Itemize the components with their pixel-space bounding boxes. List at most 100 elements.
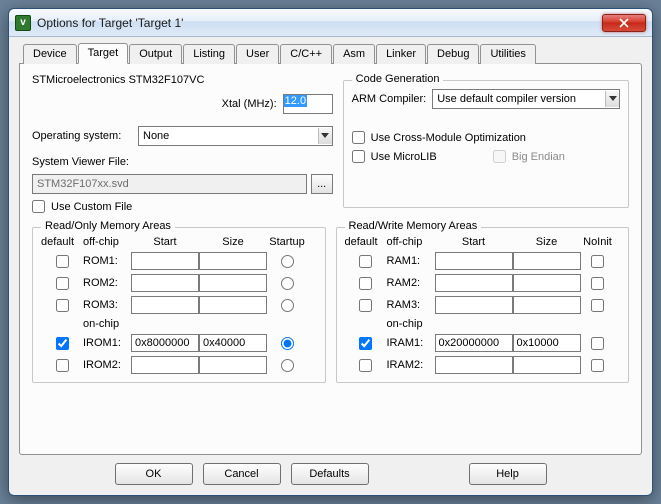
cross-opt-label: Use Cross-Module Optimization bbox=[371, 132, 526, 144]
ro-hdr-size: Size bbox=[199, 236, 267, 248]
rw-hdr-default: default bbox=[345, 236, 387, 248]
iram2-default-checkbox[interactable] bbox=[359, 359, 372, 372]
rom3-start-input[interactable] bbox=[131, 296, 199, 314]
ram2-start-input[interactable] bbox=[435, 274, 513, 292]
rw-table: default off-chip Start Size NoInit RAM1:… bbox=[345, 236, 621, 374]
custom-file-checkbox[interactable] bbox=[32, 200, 45, 213]
codegen-group-title: Code Generation bbox=[352, 73, 444, 85]
iram1-label: IRAM1: bbox=[387, 337, 435, 349]
button-bar: OK Cancel Defaults Help bbox=[19, 455, 642, 487]
app-icon: v bbox=[15, 15, 31, 31]
ram3-start-input[interactable] bbox=[435, 296, 513, 314]
iram1-default-checkbox[interactable] bbox=[359, 337, 372, 350]
tab-device[interactable]: Device bbox=[23, 44, 77, 64]
ram3-label: RAM3: bbox=[387, 299, 435, 311]
ro-hdr-onchip: on-chip bbox=[83, 318, 131, 330]
rom1-startup-radio[interactable] bbox=[281, 255, 294, 268]
tab-target[interactable]: Target bbox=[78, 43, 129, 64]
tab-utilities[interactable]: Utilities bbox=[480, 44, 535, 64]
window-title: Options for Target 'Target 1' bbox=[37, 16, 602, 30]
svf-input[interactable] bbox=[32, 174, 307, 194]
irom2-size-input[interactable] bbox=[199, 356, 267, 374]
rom3-label: ROM3: bbox=[83, 299, 131, 311]
client-area: Device Target Output Listing User C/C++ … bbox=[9, 37, 652, 495]
xtal-input[interactable]: 12.0 bbox=[283, 94, 333, 114]
rom3-size-input[interactable] bbox=[199, 296, 267, 314]
irom1-default-checkbox[interactable] bbox=[56, 337, 69, 350]
microlib-row[interactable]: Use MicroLIB bbox=[352, 150, 437, 163]
os-combo[interactable]: None bbox=[138, 126, 333, 146]
rw-hdr-offchip: off-chip bbox=[387, 236, 435, 248]
microlib-checkbox[interactable] bbox=[352, 150, 365, 163]
cross-opt-row[interactable]: Use Cross-Module Optimization bbox=[352, 131, 620, 144]
ro-hdr-startup: Startup bbox=[267, 236, 307, 248]
ram1-default-checkbox[interactable] bbox=[359, 255, 372, 268]
irom2-startup-radio[interactable] bbox=[281, 359, 294, 372]
close-button[interactable] bbox=[602, 14, 646, 32]
tab-user[interactable]: User bbox=[236, 44, 279, 64]
cross-opt-checkbox[interactable] bbox=[352, 131, 365, 144]
ro-group-title: Read/Only Memory Areas bbox=[41, 220, 175, 232]
bigendian-row: Big Endian bbox=[493, 150, 565, 163]
ram1-start-input[interactable] bbox=[435, 252, 513, 270]
bigendian-checkbox bbox=[493, 150, 506, 163]
iram1-start-input[interactable] bbox=[435, 334, 513, 352]
help-button[interactable]: Help bbox=[469, 463, 547, 485]
rw-hdr-start: Start bbox=[435, 236, 513, 248]
irom1-startup-radio[interactable] bbox=[281, 337, 294, 350]
custom-file-label: Use Custom File bbox=[51, 201, 132, 213]
svf-label: System Viewer File: bbox=[32, 156, 333, 168]
rom2-size-input[interactable] bbox=[199, 274, 267, 292]
irom2-start-input[interactable] bbox=[131, 356, 199, 374]
ram2-size-input[interactable] bbox=[513, 274, 581, 292]
cancel-button[interactable]: Cancel bbox=[203, 463, 281, 485]
compiler-label: ARM Compiler: bbox=[352, 93, 427, 105]
microlib-label: Use MicroLIB bbox=[371, 151, 437, 163]
defaults-button[interactable]: Defaults bbox=[291, 463, 369, 485]
ok-button[interactable]: OK bbox=[115, 463, 193, 485]
tab-debug[interactable]: Debug bbox=[427, 44, 479, 64]
ram3-default-checkbox[interactable] bbox=[359, 299, 372, 312]
iram2-size-input[interactable] bbox=[513, 356, 581, 374]
rom2-start-input[interactable] bbox=[131, 274, 199, 292]
rom2-startup-radio[interactable] bbox=[281, 277, 294, 290]
tab-linker[interactable]: Linker bbox=[376, 44, 426, 64]
compiler-combo[interactable]: Use default compiler version bbox=[432, 89, 620, 109]
rom1-size-input[interactable] bbox=[199, 252, 267, 270]
ram1-noinit-checkbox[interactable] bbox=[591, 255, 604, 268]
svf-browse-button[interactable]: ... bbox=[311, 174, 333, 194]
ram3-size-input[interactable] bbox=[513, 296, 581, 314]
tab-strip: Device Target Output Listing User C/C++ … bbox=[19, 44, 642, 64]
iram2-start-input[interactable] bbox=[435, 356, 513, 374]
os-label: Operating system: bbox=[32, 130, 132, 142]
iram2-noinit-checkbox[interactable] bbox=[591, 359, 604, 372]
irom1-size-input[interactable] bbox=[199, 334, 267, 352]
compiler-value: Use default compiler version bbox=[437, 93, 576, 105]
ram3-noinit-checkbox[interactable] bbox=[591, 299, 604, 312]
rom1-default-checkbox[interactable] bbox=[56, 255, 69, 268]
os-value: None bbox=[143, 130, 169, 142]
tab-asm[interactable]: Asm bbox=[333, 44, 375, 64]
chevron-down-icon bbox=[605, 91, 619, 107]
custom-file-row[interactable]: Use Custom File bbox=[32, 200, 333, 213]
irom2-label: IROM2: bbox=[83, 359, 131, 371]
bigendian-label: Big Endian bbox=[512, 151, 565, 163]
irom1-start-input[interactable] bbox=[131, 334, 199, 352]
xtal-label: Xtal (MHz): bbox=[222, 98, 277, 110]
ro-hdr-offchip: off-chip bbox=[83, 236, 131, 248]
ram2-default-checkbox[interactable] bbox=[359, 277, 372, 290]
tab-output[interactable]: Output bbox=[129, 44, 182, 64]
ram2-noinit-checkbox[interactable] bbox=[591, 277, 604, 290]
rom1-start-input[interactable] bbox=[131, 252, 199, 270]
ram1-size-input[interactable] bbox=[513, 252, 581, 270]
rom2-label: ROM2: bbox=[83, 277, 131, 289]
iram1-size-input[interactable] bbox=[513, 334, 581, 352]
tab-listing[interactable]: Listing bbox=[183, 44, 235, 64]
rom1-label: ROM1: bbox=[83, 255, 131, 267]
rom2-default-checkbox[interactable] bbox=[56, 277, 69, 290]
tab-ccpp[interactable]: C/C++ bbox=[280, 44, 332, 64]
rom3-startup-radio[interactable] bbox=[281, 299, 294, 312]
irom2-default-checkbox[interactable] bbox=[56, 359, 69, 372]
rom3-default-checkbox[interactable] bbox=[56, 299, 69, 312]
iram1-noinit-checkbox[interactable] bbox=[591, 337, 604, 350]
